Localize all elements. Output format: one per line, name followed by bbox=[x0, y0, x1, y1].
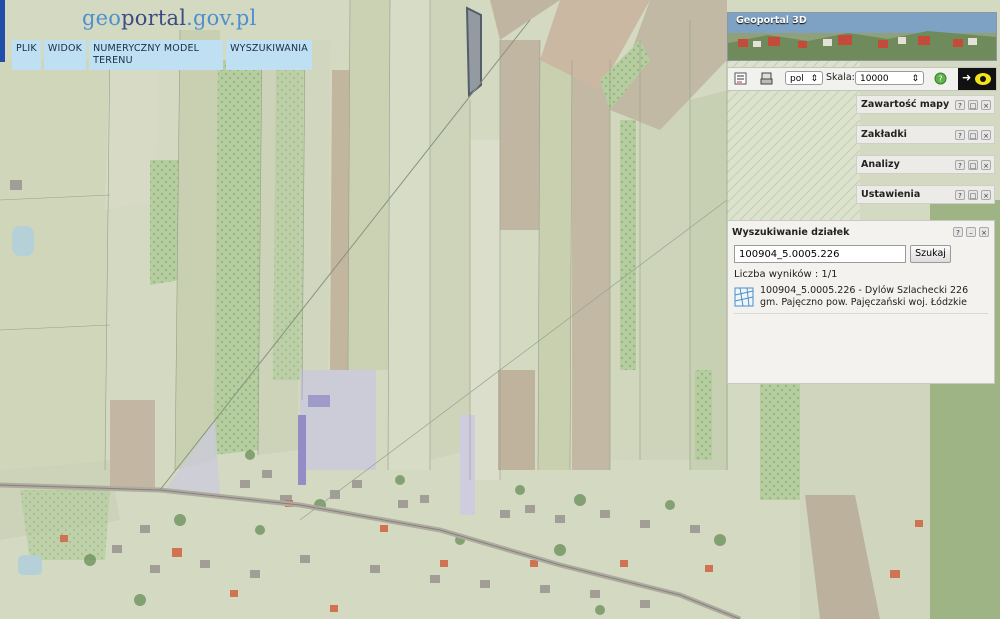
search-result-item[interactable]: 100904_5.0005.226 - Dylów Szlachecki 226… bbox=[734, 285, 988, 314]
maximize-icon[interactable]: □ bbox=[968, 130, 978, 140]
chevron-down-icon: ⇕ bbox=[911, 74, 919, 84]
menu-item-widok[interactable]: WIDOK bbox=[43, 40, 87, 70]
search-button[interactable]: Szukaj bbox=[910, 245, 951, 263]
help-icon[interactable]: ? bbox=[955, 130, 965, 140]
help-icon[interactable]: ? bbox=[955, 190, 965, 200]
scale-select[interactable]: 10000 ⇕ bbox=[855, 71, 924, 85]
close-icon[interactable]: × bbox=[981, 160, 991, 170]
maximize-icon[interactable]: □ bbox=[968, 100, 978, 110]
minimize-icon[interactable]: – bbox=[966, 227, 976, 237]
parcel-search-panel: Wyszukiwanie działek ? – × Szukaj Liczba… bbox=[727, 220, 995, 384]
result-line-1: 100904_5.0005.226 - Dylów Szlachecki 226 bbox=[760, 285, 969, 296]
menu-item-plik[interactable]: PLIK bbox=[12, 40, 41, 70]
panel-bookmarks[interactable]: Zakładki ? □ × bbox=[856, 125, 995, 144]
map-toolbar: pol ⇕ Skala: 10000 ⇕ ? ➜ bbox=[727, 67, 997, 91]
panel-map-content[interactable]: Zawartość mapy ? □ × bbox=[856, 95, 995, 114]
scale-label: Skala: bbox=[826, 72, 855, 83]
print-icon[interactable] bbox=[734, 72, 747, 85]
help-icon[interactable]: ? bbox=[934, 72, 947, 85]
menu-item-wyszukiwania[interactable]: WYSZUKIWANIA bbox=[226, 40, 312, 70]
view-toggle[interactable]: ➜ bbox=[958, 68, 996, 90]
geoportal-3d-thumbnail[interactable]: Geoportal 3D bbox=[727, 12, 997, 61]
svg-text:?: ? bbox=[938, 75, 942, 84]
help-icon[interactable]: ? bbox=[955, 100, 965, 110]
chevron-down-icon: ⇕ bbox=[810, 74, 818, 84]
help-icon[interactable]: ? bbox=[953, 227, 963, 237]
maximize-icon[interactable]: □ bbox=[968, 190, 978, 200]
eye-icon bbox=[975, 73, 991, 85]
panel-settings[interactable]: Ustawienia ? □ × bbox=[856, 185, 995, 204]
close-icon[interactable]: × bbox=[981, 190, 991, 200]
close-icon[interactable]: × bbox=[981, 130, 991, 140]
language-select[interactable]: pol ⇕ bbox=[785, 71, 823, 85]
arrow-right-icon: ➜ bbox=[962, 71, 972, 84]
logo-accent-bar bbox=[0, 0, 5, 62]
result-count: Liczba wyników : 1/1 bbox=[734, 269, 838, 280]
geoportal-logo[interactable]: geoportal.gov.pl bbox=[82, 6, 257, 30]
help-icon[interactable]: ? bbox=[955, 160, 965, 170]
close-icon[interactable]: × bbox=[979, 227, 989, 237]
parcel-search-input[interactable] bbox=[734, 245, 906, 263]
result-line-2: gm. Pajęczno pow. Pajęczański woj. Łódzk… bbox=[760, 297, 967, 308]
dxf-export-icon[interactable] bbox=[760, 72, 773, 85]
maximize-icon[interactable]: □ bbox=[968, 160, 978, 170]
search-panel-title: Wyszukiwanie działek bbox=[732, 227, 850, 238]
menu-item-nmt[interactable]: NUMERYCZNY MODEL TERENU bbox=[89, 40, 224, 70]
main-menu: PLIK WIDOK NUMERYCZNY MODEL TERENU WYSZU… bbox=[12, 40, 312, 70]
parcel-map-icon bbox=[734, 287, 754, 307]
panel-analyses[interactable]: Analizy ? □ × bbox=[856, 155, 995, 174]
header: geoportal.gov.pl PLIK WIDOK NUMERYCZNY M… bbox=[0, 0, 312, 70]
geoportal-3d-title: Geoportal 3D bbox=[736, 15, 807, 26]
close-icon[interactable]: × bbox=[981, 100, 991, 110]
